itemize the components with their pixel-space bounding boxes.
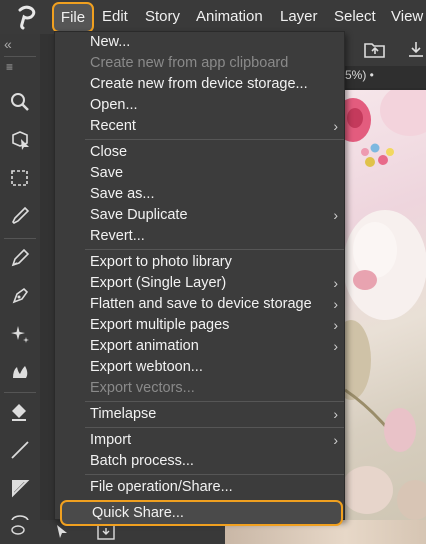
shape-icon[interactable] — [6, 474, 34, 502]
collapse-icon[interactable]: « — [4, 36, 12, 52]
menu-view[interactable]: View — [391, 0, 423, 34]
eyedropper-icon[interactable] — [6, 202, 34, 230]
menu-item-label: Flatten and save to device storage — [90, 296, 312, 312]
menu-animation[interactable]: Animation — [196, 0, 263, 34]
menu-item-import[interactable]: Import › — [55, 430, 344, 451]
menu-item-export-webtoon[interactable]: Export webtoon... — [55, 357, 344, 378]
menu-divider — [85, 474, 344, 475]
blend-icon[interactable] — [6, 358, 34, 386]
menu-item-label: Save as... — [90, 186, 155, 202]
menu-bar: File Edit Story Animation Layer Select V… — [0, 0, 426, 34]
menu-item-flatten-and-save-to-device-storage[interactable]: Flatten and save to device storage › — [55, 294, 344, 315]
menu-item-label: Batch process... — [90, 453, 194, 469]
menu-edit[interactable]: Edit — [102, 0, 128, 34]
menu-item-label: Timelapse — [90, 406, 157, 422]
pencil-icon[interactable] — [6, 282, 34, 310]
menu-item-label: Export multiple pages — [90, 317, 230, 333]
canvas[interactable] — [345, 90, 426, 520]
chevron-right-icon: › — [333, 432, 338, 448]
chevron-right-icon: › — [333, 118, 338, 134]
menu-item-recent[interactable]: Recent › — [55, 116, 344, 137]
menu-item-batch-process[interactable]: Batch process... — [55, 451, 344, 472]
menu-item-save-duplicate[interactable]: Save Duplicate › — [55, 205, 344, 226]
menu-item-save-as[interactable]: Save as... — [55, 184, 344, 205]
chevron-right-icon: › — [333, 317, 338, 333]
menu-item-label: Save — [90, 165, 124, 181]
menu-layer[interactable]: Layer — [280, 0, 318, 34]
menu-item-close[interactable]: Close — [55, 142, 344, 163]
menu-item-label: Export vectors... — [90, 380, 195, 396]
menu-item-export-vectors: Export vectors... — [55, 378, 344, 399]
object-select-icon[interactable] — [6, 126, 34, 154]
chevron-right-icon: › — [333, 406, 338, 422]
menu-item-export-to-photo-library[interactable]: Export to photo library — [55, 252, 344, 273]
menu-item-file-operation-share[interactable]: File operation/Share... — [55, 477, 344, 498]
menu-item-create-new-from-app-clipboard: Create new from app clipboard — [55, 53, 344, 74]
menu-item-label: File operation/Share... — [90, 479, 233, 495]
fill-bucket-icon[interactable] — [6, 398, 34, 426]
menu-divider — [85, 139, 344, 140]
menu-item-label: Export animation — [90, 338, 199, 354]
menu-item-open[interactable]: Open... — [55, 95, 344, 116]
open-folder-icon[interactable] — [363, 38, 387, 62]
menu-story[interactable]: Story — [145, 0, 180, 34]
divider — [4, 392, 36, 393]
menu-item-label: Revert... — [90, 228, 145, 244]
command-bar — [345, 34, 426, 66]
menu-item-label: Create new from device storage... — [90, 76, 308, 92]
menu-item-export-animation[interactable]: Export animation › — [55, 336, 344, 357]
menu-item-export-multiple-pages[interactable]: Export multiple pages › — [55, 315, 344, 336]
menu-item-label: Import — [90, 432, 132, 448]
lasso-icon[interactable] — [10, 524, 26, 540]
menu-item-timelapse[interactable]: Timelapse › — [55, 404, 344, 425]
line-icon[interactable] — [6, 436, 34, 464]
menu-divider — [85, 249, 344, 250]
clip-studio-logo-icon[interactable] — [12, 4, 40, 30]
menu-item-label: Create new from app clipboard — [90, 55, 289, 71]
chevron-right-icon: › — [333, 338, 338, 354]
divider — [4, 56, 36, 57]
chevron-right-icon: › — [333, 275, 338, 291]
artwork-image — [345, 90, 426, 520]
sparkle-brush-icon[interactable] — [6, 320, 34, 348]
menu-item-export-single-layer[interactable]: Export (Single Layer) › — [55, 273, 344, 294]
menu-item-label: Export webtoon... — [90, 359, 203, 375]
menu-item-create-new-from-device-storage[interactable]: Create new from device storage... — [55, 74, 344, 95]
menu-item-label: Quick Share... — [92, 505, 184, 521]
menu-item-label: New... — [90, 34, 131, 50]
save-download-icon[interactable] — [405, 38, 426, 62]
divider — [4, 238, 36, 239]
menu-item-revert[interactable]: Revert... — [55, 226, 344, 247]
menu-item-label: Open... — [90, 97, 138, 113]
chevron-right-icon: › — [333, 296, 338, 312]
menu-item-label: Export (Single Layer) — [90, 275, 227, 291]
menu-item-save[interactable]: Save — [55, 163, 344, 184]
chevron-right-icon: › — [333, 207, 338, 223]
tool-palette: « ≡ — [0, 34, 40, 544]
menu-item-label: Close — [90, 144, 128, 160]
menu-lines-icon[interactable]: ≡ — [6, 60, 13, 74]
menu-select[interactable]: Select — [334, 0, 376, 34]
zoom-icon[interactable] — [6, 88, 34, 116]
menu-item-label: Recent — [90, 118, 136, 134]
menu-item-label: Export to photo library — [90, 254, 232, 270]
menu-item-new[interactable]: New... — [55, 32, 344, 53]
sub-tool-strip — [40, 34, 54, 544]
menu-divider — [85, 427, 344, 428]
menu-file[interactable]: File — [52, 2, 94, 33]
menu-item-label: Save Duplicate — [90, 207, 188, 223]
file-menu-dropdown: New... Create new from app clipboard Creat… — [54, 31, 345, 526]
menu-item-quick-share[interactable]: Quick Share... — [60, 500, 343, 526]
pen-icon[interactable] — [6, 244, 34, 272]
zoom-readout: 5%) • — [345, 68, 374, 82]
menu-divider — [85, 401, 344, 402]
marquee-select-icon[interactable] — [6, 164, 34, 192]
